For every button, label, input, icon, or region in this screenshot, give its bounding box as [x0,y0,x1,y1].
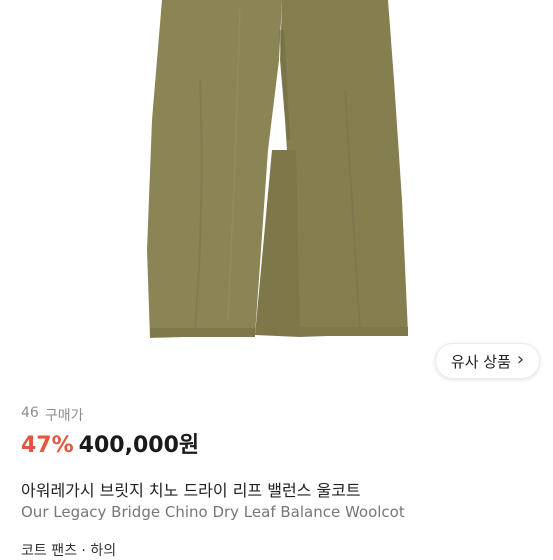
purchase-count: 46 [21,405,39,421]
price: 400,000원 [78,433,200,458]
price-line: 47% 400,000원 [21,427,199,459]
product-image[interactable] [0,0,553,390]
product-category-tags[interactable]: 코트 팬츠 · 하의 [21,540,116,560]
chevron-right-icon: › [516,349,525,370]
purchase-label: 구매가 [44,408,84,424]
similar-products-button[interactable]: 유사 상품 › [435,343,540,379]
similar-products-label: 유사 상품 [450,352,511,371]
discount-rate: 47% [21,433,74,458]
purchase-count-line: 46 구매가 [21,405,83,425]
product-title-english: Our Legacy Bridge Chino Dry Leaf Balance… [21,503,405,521]
wide-leg-pants-image [147,0,408,338]
product-title-korean: 아워레가시 브릿지 치노 드라이 리프 밸런스 울코트 [21,481,361,500]
